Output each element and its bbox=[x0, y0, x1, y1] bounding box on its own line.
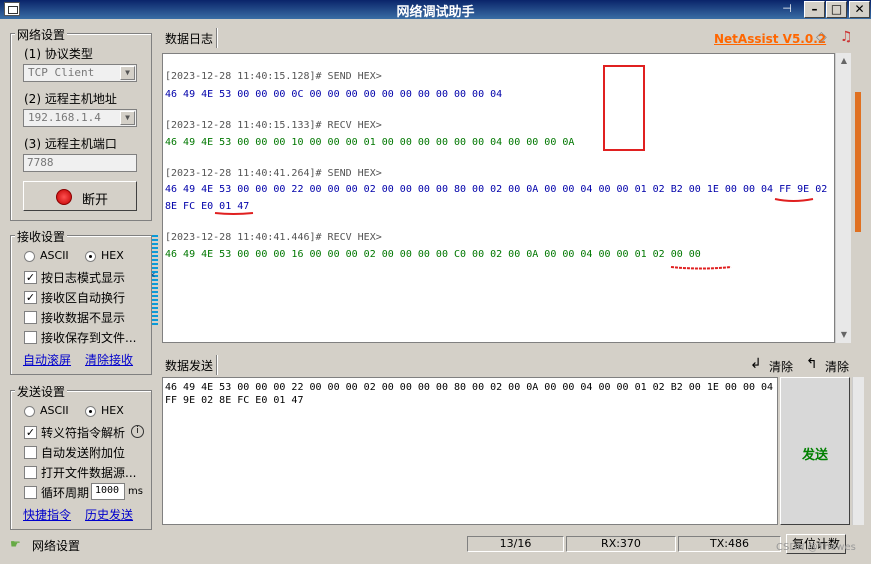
checksum-label: 自动发送附加位 bbox=[41, 446, 126, 460]
diamond-icon[interactable]: ◇ bbox=[816, 29, 827, 45]
scroll-down-icon[interactable]: ▼ bbox=[837, 328, 851, 342]
auto-scroll-link[interactable]: 自动滚屏 bbox=[23, 351, 71, 368]
send-settings-legend: 发送设置 bbox=[15, 383, 68, 400]
host-select[interactable]: 192.168.1.4 ▼ bbox=[23, 109, 137, 127]
clear-receive-link[interactable]: 清除接收 bbox=[85, 351, 133, 368]
cycle-unit-label: ms bbox=[128, 486, 143, 497]
maximize-button[interactable]: □ bbox=[826, 1, 847, 18]
log-mode-checkbox[interactable]: ✓ bbox=[24, 271, 37, 284]
scroll-up-icon[interactable]: ▲ bbox=[837, 54, 851, 68]
escape-parse-label: 转义符指令解析 bbox=[41, 426, 126, 440]
send-ascii-label: ASCII bbox=[40, 404, 69, 417]
bell-icon[interactable]: ♫ bbox=[840, 29, 853, 45]
close-button[interactable]: ✕ bbox=[849, 1, 870, 18]
receive-settings-legend: 接收设置 bbox=[15, 228, 68, 245]
host-label: (2) 远程主机地址 bbox=[24, 92, 117, 106]
open-file-checkbox[interactable] bbox=[24, 466, 37, 479]
tab-data-log[interactable]: 数据日志 bbox=[162, 28, 218, 48]
status-label: 网络设置 bbox=[32, 539, 81, 553]
protocol-select[interactable]: TCP Client ▼ bbox=[23, 64, 137, 82]
network-settings-legend: 网络设置 bbox=[15, 26, 68, 43]
recv-hex-label: HEX bbox=[101, 249, 124, 262]
receive-log-area[interactable]: [2023-12-28 11:40:15.128]# SEND HEX> 46 … bbox=[162, 53, 835, 343]
send-hex-label: HEX bbox=[101, 404, 124, 417]
tab-data-send[interactable]: 数据发送 bbox=[162, 355, 218, 375]
send-ascii-radio[interactable] bbox=[24, 406, 35, 417]
port-input[interactable]: 7788 bbox=[23, 154, 137, 172]
status-count: 13/16 bbox=[467, 536, 564, 552]
open-file-label: 打开文件数据源... bbox=[41, 466, 137, 480]
version-link[interactable]: NetAssist V5.0.2 bbox=[714, 32, 826, 46]
save-to-file-checkbox[interactable] bbox=[24, 331, 37, 344]
auto-wrap-checkbox[interactable]: ✓ bbox=[24, 291, 37, 304]
save-to-file-label: 接收保存到文件... bbox=[41, 331, 137, 345]
watermark: CSDN @Thewes bbox=[776, 542, 856, 553]
collapse-arrow-icon[interactable]: ‹ bbox=[151, 268, 156, 281]
escape-parse-checkbox[interactable]: ✓ bbox=[24, 426, 37, 439]
clear-send-link[interactable]: 清除 bbox=[769, 358, 793, 375]
clear-send-icon[interactable]: ↲ bbox=[750, 356, 762, 372]
title-bar: 网络调试助手 – □ ✕ bbox=[0, 0, 871, 20]
send-scrollbar[interactable] bbox=[852, 377, 864, 525]
info-icon[interactable]: i bbox=[131, 425, 144, 438]
cycle-period-input[interactable]: 1000 bbox=[91, 483, 125, 500]
clear-all-link[interactable]: 清除 bbox=[825, 358, 849, 375]
status-rx: RX:370 bbox=[566, 536, 676, 552]
auto-wrap-label: 接收区自动换行 bbox=[41, 291, 126, 305]
disconnect-button[interactable]: 断开 bbox=[23, 181, 137, 211]
log-scrollbar[interactable]: ▲ ▼ bbox=[835, 53, 851, 343]
recv-hex-radio[interactable] bbox=[85, 251, 96, 262]
recv-ascii-label: ASCII bbox=[40, 249, 69, 262]
window-side-indicator bbox=[855, 92, 861, 232]
hide-data-checkbox[interactable] bbox=[24, 311, 37, 324]
status-tx: TX:486 bbox=[678, 536, 781, 552]
log-mode-label: 按日志模式显示 bbox=[41, 271, 126, 285]
cycle-checkbox[interactable] bbox=[24, 486, 37, 499]
clear-all-icon[interactable]: ↰ bbox=[806, 356, 818, 372]
cycle-label: 循环周期 bbox=[41, 486, 90, 500]
annotation-underlines bbox=[214, 198, 814, 270]
checksum-checkbox[interactable] bbox=[24, 446, 37, 459]
protocol-label: (1) 协议类型 bbox=[24, 47, 93, 61]
send-textarea[interactable]: 46 49 4E 53 00 00 00 22 00 00 00 02 00 0… bbox=[162, 377, 778, 525]
history-link[interactable]: 历史发送 bbox=[85, 506, 133, 523]
minimize-button[interactable]: – bbox=[804, 1, 825, 18]
chevron-down-icon: ▼ bbox=[120, 66, 135, 80]
recv-ascii-radio[interactable] bbox=[24, 251, 35, 262]
network-icon: ☛ bbox=[10, 537, 21, 551]
connection-status-icon bbox=[56, 189, 72, 205]
shortcut-link[interactable]: 快捷指令 bbox=[23, 506, 71, 523]
hide-data-label: 接收数据不显示 bbox=[41, 311, 126, 325]
send-button[interactable]: 发送 bbox=[780, 377, 850, 525]
pin-icon[interactable]: ⊣ bbox=[778, 2, 796, 16]
chevron-down-icon: ▼ bbox=[120, 111, 135, 125]
send-hex-radio[interactable] bbox=[85, 406, 96, 417]
window-title: 网络调试助手 bbox=[396, 5, 475, 20]
port-label: (3) 远程主机端口 bbox=[24, 137, 117, 151]
